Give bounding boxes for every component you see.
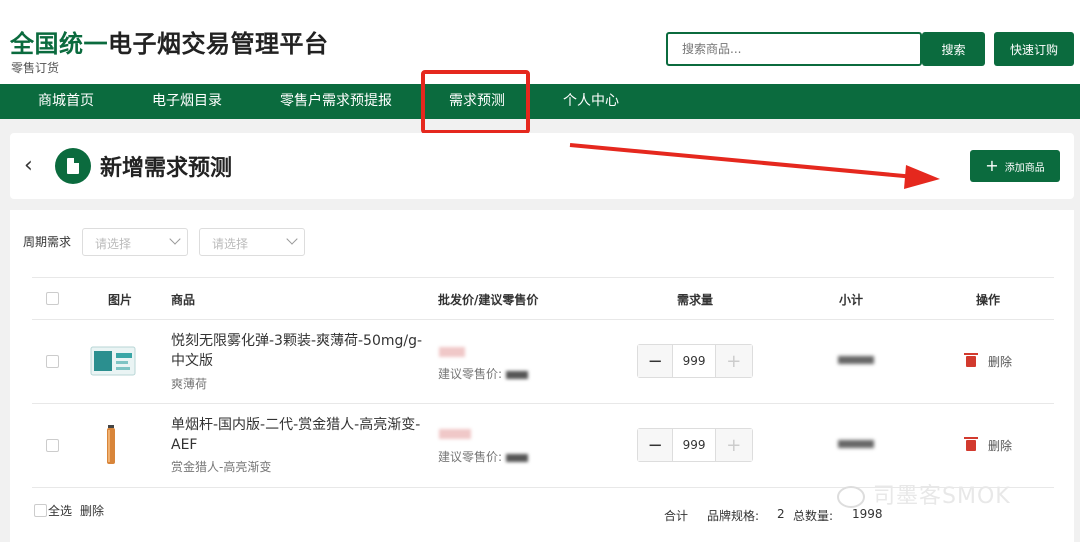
page-title: 新增需求预测 xyxy=(100,156,233,181)
product-image-pod xyxy=(90,346,136,376)
column-header-actions: 操作 xyxy=(976,293,1001,307)
column-header-subtotal: 小计 xyxy=(839,293,864,307)
delete-label: 删除 xyxy=(988,439,1013,453)
quantity-value[interactable]: 999 xyxy=(673,345,714,377)
quantity-value[interactable]: 999 xyxy=(673,429,714,461)
suggest-price: 建议零售价: xyxy=(438,365,529,382)
bulk-delete-link[interactable]: 删除 xyxy=(80,502,104,519)
suggest-price-redacted xyxy=(506,453,529,462)
watermark: 司墨客SMOK xyxy=(837,478,1011,510)
site-title-highlight: 全国统一 xyxy=(10,30,108,58)
search-input[interactable] xyxy=(666,32,922,66)
divider xyxy=(32,319,1054,320)
back-icon[interactable]: ‹ xyxy=(24,153,33,178)
subtotal-redacted xyxy=(838,356,874,364)
filter-label: 周期需求 xyxy=(23,235,72,249)
period-select-2[interactable]: 请选择 xyxy=(199,228,305,256)
divider xyxy=(32,403,1054,404)
nav-item-profile[interactable]: 个人中心 xyxy=(563,84,619,119)
header: 全国统一电子烟交易管理平台 零售订货 搜索 快速订购 xyxy=(0,0,1080,84)
annotation-arrow xyxy=(569,143,940,189)
chevron-down-icon xyxy=(169,233,181,245)
chevron-down-icon xyxy=(286,233,298,245)
delete-label: 删除 xyxy=(988,355,1013,369)
column-header-product: 商品 xyxy=(171,293,196,307)
product-name[interactable]: 悦刻无限雾化弹-3颗装-爽薄荷-50mg/g-中文版 xyxy=(171,331,431,371)
increment-button[interactable]: + xyxy=(714,429,752,461)
site-title-rest: 电子烟交易管理平台 xyxy=(108,30,329,58)
product-name[interactable]: 单烟杆-国内版-二代-赏金猎人-高亮渐变-AEF xyxy=(171,415,431,455)
wholesale-price-redacted xyxy=(439,347,465,357)
site-title[interactable]: 全国统一电子烟交易管理平台 xyxy=(10,24,329,59)
watermark-text: 司墨客SMOK xyxy=(873,484,1011,509)
suggest-price: 建议零售价: xyxy=(438,448,529,465)
quick-order-button[interactable]: 快速订购 xyxy=(994,32,1074,66)
suggest-price-label: 建议零售价: xyxy=(438,450,503,464)
wholesale-price-redacted xyxy=(439,429,471,439)
decrement-button[interactable]: − xyxy=(638,429,674,461)
column-header-image: 图片 xyxy=(108,293,133,307)
delete-button[interactable]: 删除 xyxy=(964,353,1013,370)
select-placeholder: 请选择 xyxy=(95,237,132,251)
add-product-button[interactable]: + 添加商品 xyxy=(970,150,1060,182)
row-checkbox[interactable] xyxy=(46,355,59,368)
nav-item-pre-report[interactable]: 零售户需求预提报 xyxy=(280,84,392,119)
main-nav: 商城首页 电子烟目录 零售户需求预提报 需求预测 个人中心 xyxy=(0,84,1080,119)
site-subtitle: 零售订货 xyxy=(11,61,60,75)
divider xyxy=(32,277,1054,278)
product-spec: 爽薄荷 xyxy=(171,377,208,391)
search-button[interactable]: 搜索 xyxy=(922,32,985,66)
period-select-1[interactable]: 请选择 xyxy=(82,228,188,256)
total-label: 合计 xyxy=(664,509,689,523)
column-header-price: 批发价/建议零售价 xyxy=(438,293,539,307)
column-header-quantity: 需求量 xyxy=(677,293,714,307)
wechat-icon xyxy=(837,486,865,508)
brand-spec-label: 品牌规格: xyxy=(707,509,760,523)
header-checkbox[interactable] xyxy=(46,292,59,305)
nav-item-home[interactable]: 商城首页 xyxy=(38,84,94,119)
brand-spec-value: 2 xyxy=(777,507,785,521)
trash-icon xyxy=(964,437,978,451)
quantity-stepper[interactable]: − 999 + xyxy=(637,344,753,378)
trash-icon xyxy=(964,353,978,367)
subtotal-redacted xyxy=(838,440,874,448)
select-placeholder: 请选择 xyxy=(212,237,249,251)
nav-highlight-box xyxy=(421,70,530,134)
document-icon xyxy=(55,148,91,184)
increment-button[interactable]: + xyxy=(714,345,752,377)
select-all-label[interactable]: 全选 xyxy=(48,502,72,519)
add-product-label: 添加商品 xyxy=(1004,162,1045,174)
select-all-checkbox[interactable] xyxy=(34,504,47,517)
product-spec: 赏金猎人-高亮渐变 xyxy=(171,460,272,474)
suggest-price-redacted xyxy=(506,370,529,379)
quantity-stepper[interactable]: − 999 + xyxy=(637,428,753,462)
nav-item-catalog[interactable]: 电子烟目录 xyxy=(152,84,222,119)
delete-button[interactable]: 删除 xyxy=(964,437,1013,454)
decrement-button[interactable]: − xyxy=(638,345,674,377)
plus-icon: + xyxy=(985,156,999,175)
product-image-device xyxy=(107,425,115,464)
total-quantity-label: 总数量: xyxy=(793,509,834,523)
suggest-price-label: 建议零售价: xyxy=(438,367,503,381)
row-checkbox[interactable] xyxy=(46,439,59,452)
